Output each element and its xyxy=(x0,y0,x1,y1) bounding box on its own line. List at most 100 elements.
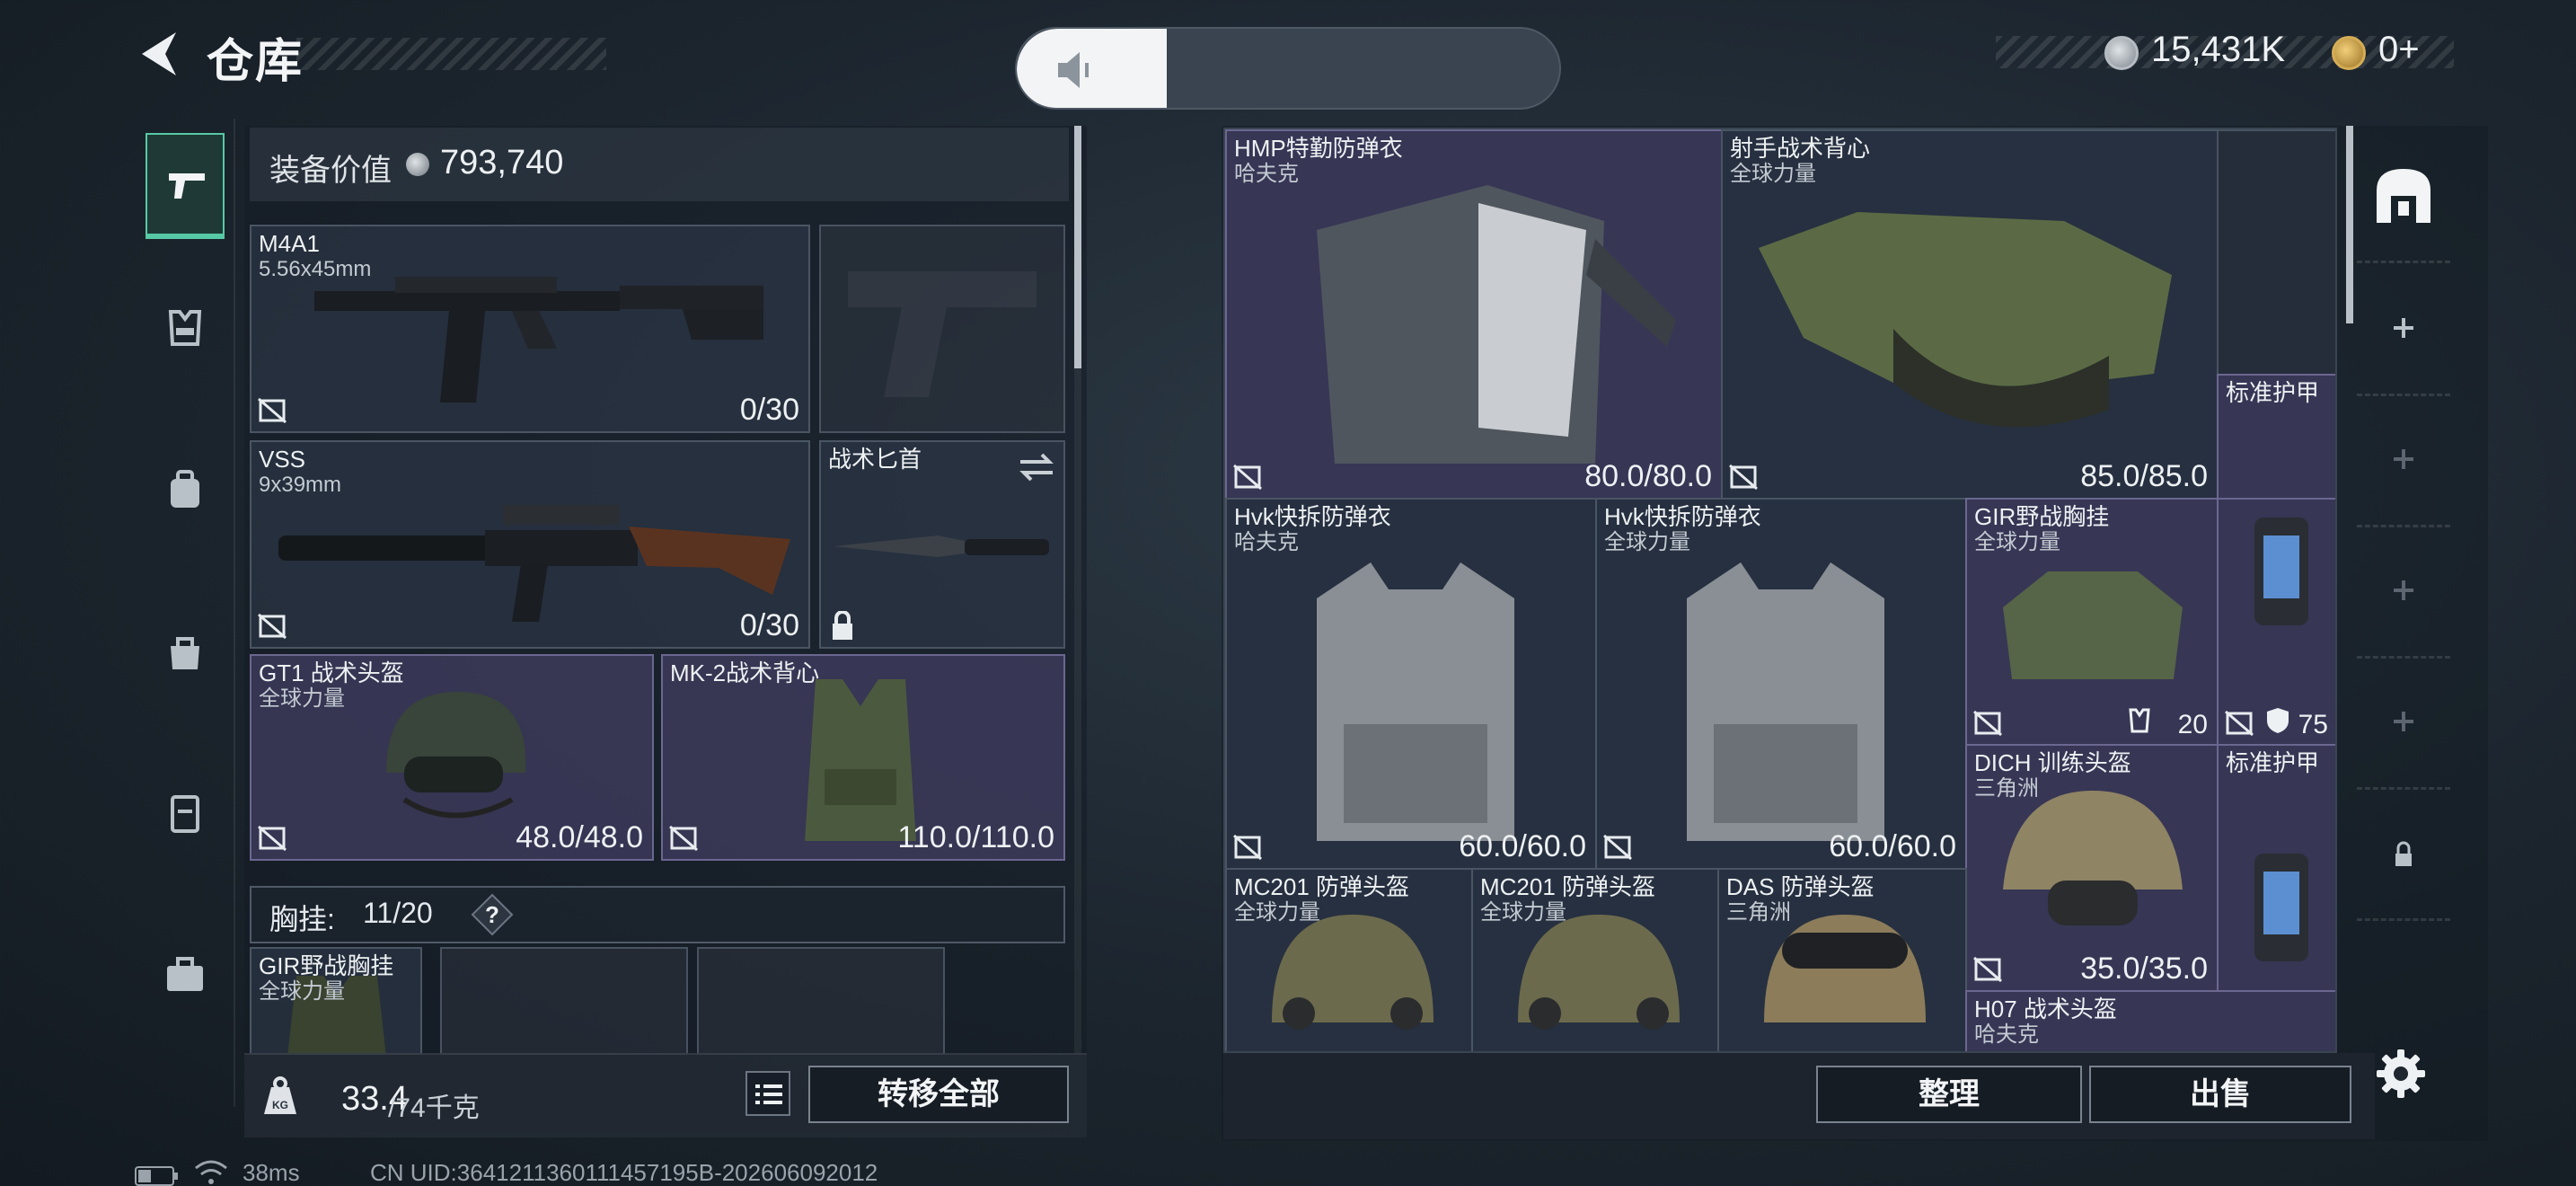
loadout-scroll-thumb[interactable] xyxy=(1074,126,1081,368)
briefcase-icon xyxy=(167,957,203,991)
tab-bag[interactable] xyxy=(146,600,225,706)
warehouse-item[interactable]: 75 xyxy=(2217,498,2335,746)
warehouse-item[interactable]: MC201 防弹头盔 全球力量 xyxy=(1225,868,1473,1051)
tab-weapons[interactable] xyxy=(146,133,225,239)
item-name: DICH 训练头盔 xyxy=(1974,749,2131,776)
item-name: Hvk快拆防弹衣 xyxy=(1234,503,1391,530)
warehouse-tab-main[interactable] xyxy=(2366,164,2441,226)
warehouse-item[interactable]: DAS 防弹头盔 三角洲 xyxy=(1717,868,1967,1051)
vest-image xyxy=(1317,185,1676,464)
item-brand: 哈夫克 xyxy=(1974,1022,2039,1047)
rig-slot-empty[interactable] xyxy=(697,947,945,1055)
warehouse-item[interactable]: MC201 防弹头盔 全球力量 xyxy=(1471,868,1719,1051)
lock-icon[interactable] xyxy=(2366,823,2441,886)
no-insurance-icon xyxy=(258,613,287,640)
list-view-button[interactable] xyxy=(745,1071,790,1116)
sort-button[interactable]: 整理 xyxy=(1816,1066,2082,1123)
add-warehouse-icon[interactable] xyxy=(2366,428,2441,491)
carry-weight-capacity: /74千克 xyxy=(388,1093,480,1123)
swap-icon[interactable] xyxy=(1017,451,1056,483)
melee-slot[interactable]: 战术匕首 xyxy=(819,440,1065,649)
item-brand: 全球力量 xyxy=(1730,162,1816,186)
pistol-slot[interactable] xyxy=(819,225,1065,433)
item-name: MC201 防弹头盔 xyxy=(1234,873,1410,900)
warehouse-item[interactable]: 标准护甲 xyxy=(2217,374,2335,500)
warehouse-item[interactable]: HMP特勤防弹衣 哈夫克 80.0/80.0 xyxy=(1225,129,1723,500)
sell-button[interactable]: 出售 xyxy=(2089,1066,2351,1123)
rig-slot[interactable]: GIR野战胸挂 全球力量 xyxy=(250,947,422,1055)
pistol-placeholder-icon xyxy=(848,271,1037,397)
warehouse-scrollbar[interactable] xyxy=(2346,126,2353,323)
slot-item-name: M4A1 xyxy=(259,230,320,257)
armor-slot[interactable]: MK-2战术背心 110.0/110.0 xyxy=(661,654,1065,861)
warehouse-cell-empty[interactable] xyxy=(2217,129,2335,376)
list-icon xyxy=(755,1084,782,1104)
add-warehouse-icon[interactable] xyxy=(2366,559,2441,622)
warehouse-item[interactable]: Hvk快拆防弹衣 哈夫克 60.0/60.0 xyxy=(1225,498,1597,870)
tab-separator xyxy=(2357,787,2450,790)
category-tabs xyxy=(135,119,235,1107)
equipment-value-label: 装备价值 xyxy=(269,154,392,188)
slot-item-name: GIR野战胸挂 xyxy=(259,952,394,979)
help-icon[interactable]: ? xyxy=(471,893,514,936)
secondary-weapon-slot[interactable]: VSS 9x39mm 0/30 xyxy=(250,440,810,649)
tab-separator xyxy=(2357,656,2450,659)
user-uid: CN UID:3641211360111457195B-202606092012 xyxy=(370,1159,878,1186)
tab-separator xyxy=(2357,525,2450,527)
slot-item-name: VSS xyxy=(259,446,306,473)
gold-coin-balance[interactable]: 0+ xyxy=(2378,30,2420,70)
warehouse-item[interactable]: DICH 训练头盔 三角洲 35.0/35.0 xyxy=(1965,744,2219,992)
pistol-icon xyxy=(169,173,205,199)
item-brand: 哈夫克 xyxy=(1234,530,1299,554)
slot-durability: 110.0/110.0 xyxy=(897,820,1054,854)
no-insurance-icon xyxy=(1603,834,1632,861)
back-arrow-icon[interactable] xyxy=(135,27,183,81)
shield-icon xyxy=(2267,708,2289,733)
volume-slider[interactable] xyxy=(1015,27,1561,110)
helmet-slot[interactable]: GT1 战术头盔 全球力量 48.0/48.0 xyxy=(250,654,654,861)
title-decoration xyxy=(296,38,606,70)
gear-icon[interactable] xyxy=(2375,1048,2427,1100)
vest-image xyxy=(1759,212,2172,428)
silver-coin-icon xyxy=(406,153,429,176)
warehouse-item[interactable]: 射手战术背心 全球力量 85.0/85.0 xyxy=(1721,129,2219,500)
vest-image xyxy=(1687,562,1884,841)
gold-coin-icon xyxy=(2332,36,2366,70)
wifi-icon xyxy=(195,1160,227,1184)
warehouse-item[interactable]: Hvk快拆防弹衣 全球力量 60.0/60.0 xyxy=(1595,498,1967,870)
rifle-image xyxy=(278,505,790,622)
silver-coin-icon xyxy=(2104,36,2139,70)
warehouse-item[interactable]: H07 战术头盔 哈夫克 xyxy=(1965,990,2335,1051)
add-warehouse-icon[interactable] xyxy=(2366,690,2441,753)
primary-weapon-slot[interactable]: M4A1 5.56x45mm 0/30 xyxy=(250,225,810,433)
warehouse-item[interactable]: GIR野战胸挂 全球力量 20 xyxy=(1965,498,2219,746)
equipment-value: 793,740 xyxy=(440,144,564,181)
item-brand: 三角洲 xyxy=(1974,776,2039,801)
item-name: HMP特勤防弹衣 xyxy=(1234,135,1403,162)
transfer-all-button[interactable]: 转移全部 xyxy=(808,1066,1069,1123)
speaker-icon xyxy=(1058,52,1089,88)
chest-rig-icon xyxy=(168,310,202,346)
item-brand: 全球力量 xyxy=(1974,530,2060,554)
item-name: DAS 防弹头盔 xyxy=(1726,873,1875,900)
item-capacity: 20 xyxy=(2177,710,2208,739)
helmet-image xyxy=(1518,915,1680,1030)
warehouse-item[interactable]: 标准护甲 xyxy=(2217,744,2335,992)
item-name: MC201 防弹头盔 xyxy=(1480,873,1656,900)
no-insurance-icon xyxy=(1233,834,1262,861)
item-durability: 60.0/60.0 xyxy=(1829,829,1956,863)
page-title: 仓库 xyxy=(207,36,304,88)
no-insurance-icon xyxy=(258,825,287,852)
svg-text:KG: KG xyxy=(272,1099,288,1111)
tab-chest-rig[interactable] xyxy=(146,277,225,383)
add-warehouse-icon[interactable] xyxy=(2366,296,2441,359)
rig-slot-empty[interactable] xyxy=(440,947,688,1055)
svg-text:?: ? xyxy=(485,901,499,928)
item-brand: 全球力量 xyxy=(1480,900,1566,925)
tab-briefcase[interactable] xyxy=(146,924,225,1030)
no-insurance-icon xyxy=(1973,710,2002,737)
tab-separator xyxy=(2357,918,2450,921)
tab-case[interactable] xyxy=(146,762,225,868)
armor-plate-image xyxy=(2254,518,2308,625)
tab-backpack[interactable] xyxy=(146,438,225,544)
